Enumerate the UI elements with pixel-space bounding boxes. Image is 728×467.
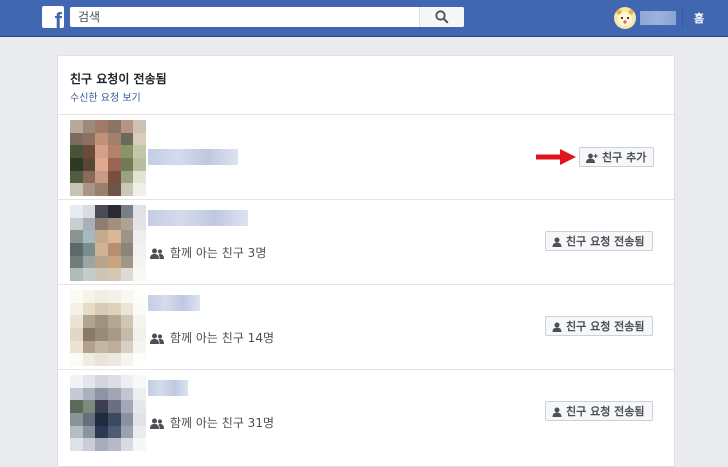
page-title: 친구 요청이 전송됨 <box>70 72 167 86</box>
divider <box>682 9 683 27</box>
friend-request-sent-button[interactable]: 친구 요청 전송됨 <box>545 316 653 336</box>
person-icon <box>552 407 562 417</box>
red-arrow-icon <box>536 149 576 165</box>
friends-icon <box>150 333 164 344</box>
friend-name[interactable] <box>148 210 248 226</box>
friend-name[interactable] <box>148 295 200 311</box>
received-requests-link[interactable]: 수신한 요청 보기 <box>70 89 141 104</box>
facebook-logo[interactable]: f <box>42 6 64 28</box>
home-link[interactable]: 홈 <box>694 10 704 26</box>
profile-name[interactable] <box>640 11 676 25</box>
add-friend-button[interactable]: 친구 추가 <box>579 147 655 167</box>
mutual-friends: 함께 아는 친구 31명 <box>150 414 274 431</box>
friend-request-sent-button[interactable]: 친구 요청 전송됨 <box>545 401 653 421</box>
friends-icon <box>150 248 164 259</box>
person-icon <box>552 322 562 332</box>
avatar[interactable] <box>70 120 146 196</box>
add-friend-icon <box>586 153 598 163</box>
top-bar: f 홈 <box>0 0 728 37</box>
list-item: 친구 추가 <box>58 115 674 200</box>
card-header: 친구 요청이 전송됨 수신한 요청 보기 <box>58 56 674 115</box>
avatar-icon <box>616 9 634 26</box>
person-icon <box>552 237 562 247</box>
list-item: 함께 아는 친구 14명 친구 요청 전송됨 <box>58 285 674 370</box>
mutual-friends: 함께 아는 친구 14명 <box>150 329 274 346</box>
search-icon <box>435 10 449 24</box>
avatar[interactable] <box>70 375 146 451</box>
avatar[interactable] <box>70 205 146 281</box>
friend-name[interactable] <box>148 149 238 165</box>
search-box <box>70 7 464 27</box>
friend-request-sent-button[interactable]: 친구 요청 전송됨 <box>545 231 653 251</box>
list-item: 함께 아는 친구 3명 친구 요청 전송됨 <box>58 200 674 285</box>
list-item: 함께 아는 친구 31명 친구 요청 전송됨 <box>58 370 674 454</box>
search-button[interactable] <box>419 7 464 27</box>
friends-icon <box>150 418 164 429</box>
friend-name[interactable] <box>148 380 188 396</box>
profile-avatar[interactable] <box>614 7 636 29</box>
avatar[interactable] <box>70 290 146 366</box>
search-input[interactable] <box>70 7 434 27</box>
mutual-friends: 함께 아는 친구 3명 <box>150 244 266 261</box>
sent-requests-card: 친구 요청이 전송됨 수신한 요청 보기 친구 추가 함께 아는 친구 3명 친… <box>57 55 675 467</box>
